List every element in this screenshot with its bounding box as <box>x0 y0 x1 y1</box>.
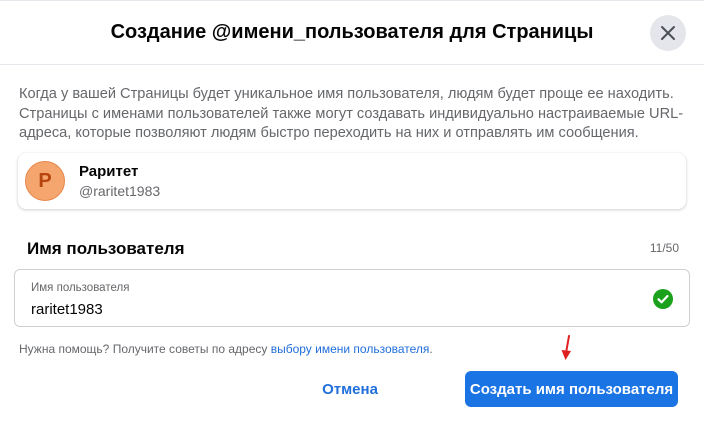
cancel-button[interactable]: Отмена <box>306 371 394 407</box>
username-field[interactable]: Имя пользователя <box>14 269 690 327</box>
dialog-description: Когда у вашей Страницы будет уникальное … <box>19 86 684 141</box>
character-counter: 11/50 <box>649 241 679 255</box>
username-field-label: Имя пользователя <box>31 282 130 294</box>
username-section-label: Имя пользователя <box>27 239 185 258</box>
close-button[interactable] <box>650 15 686 51</box>
help-text: Нужна помощь? Получите советы по адресу … <box>19 342 433 356</box>
page-profile-card: Р Раритет @raritet1983 <box>18 153 686 209</box>
help-suffix: . <box>429 342 433 356</box>
username-tips-link[interactable]: выбору имени пользователя <box>271 342 430 356</box>
page-name: Раритет <box>79 163 139 180</box>
create-username-dialog: Создание @имени_пользователя для Страниц… <box>0 0 704 421</box>
close-icon <box>661 26 675 40</box>
help-prefix: Нужна помощь? Получите советы по адресу <box>19 342 271 356</box>
avatar: Р <box>25 161 65 201</box>
dialog-title: Создание @имени_пользователя для Страниц… <box>110 21 594 43</box>
username-input[interactable] <box>31 298 631 320</box>
check-circle-icon <box>653 289 673 309</box>
red-arrow-annotation <box>561 335 571 360</box>
create-username-button[interactable]: Создать имя пользователя <box>465 371 678 407</box>
page-handle: @raritet1983 <box>79 183 161 199</box>
dialog-header: Создание @имени_пользователя для Страниц… <box>0 1 704 65</box>
